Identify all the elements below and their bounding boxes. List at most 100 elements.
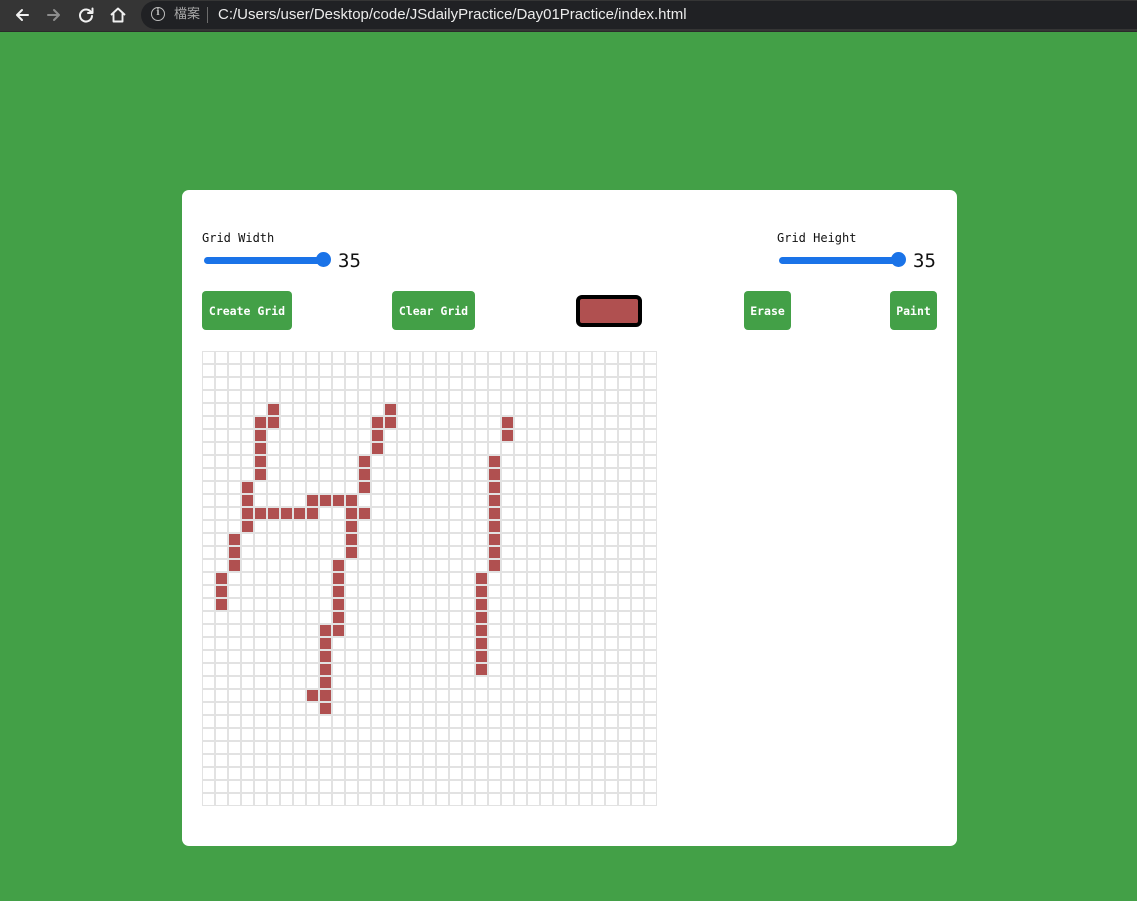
grid-cell[interactable] xyxy=(579,572,592,585)
grid-cell[interactable] xyxy=(345,416,358,429)
grid-cell[interactable] xyxy=(436,611,449,624)
grid-cell[interactable] xyxy=(605,585,618,598)
grid-cell[interactable] xyxy=(566,715,579,728)
grid-cell[interactable] xyxy=(436,728,449,741)
grid-cell-painted[interactable] xyxy=(241,494,254,507)
grid-cell[interactable] xyxy=(527,637,540,650)
grid-cell[interactable] xyxy=(410,468,423,481)
grid-cell[interactable] xyxy=(592,650,605,663)
grid-cell[interactable] xyxy=(215,442,228,455)
grid-cell[interactable] xyxy=(293,637,306,650)
grid-cell[interactable] xyxy=(644,455,657,468)
grid-cell[interactable] xyxy=(371,481,384,494)
grid-cell[interactable] xyxy=(228,728,241,741)
grid-cell[interactable] xyxy=(423,520,436,533)
grid-cell[interactable] xyxy=(618,520,631,533)
grid-cell[interactable] xyxy=(410,624,423,637)
grid-cell[interactable] xyxy=(202,741,215,754)
grid-cell[interactable] xyxy=(527,754,540,767)
grid-cell[interactable] xyxy=(280,481,293,494)
grid-cell[interactable] xyxy=(566,429,579,442)
grid-cell[interactable] xyxy=(319,585,332,598)
grid-cell[interactable] xyxy=(618,715,631,728)
grid-cell[interactable] xyxy=(644,793,657,806)
grid-cell[interactable] xyxy=(449,598,462,611)
grid-cell[interactable] xyxy=(553,585,566,598)
grid-cell[interactable] xyxy=(540,559,553,572)
grid-cell[interactable] xyxy=(514,533,527,546)
grid-cell[interactable] xyxy=(241,455,254,468)
grid-cell[interactable] xyxy=(410,637,423,650)
grid-cell[interactable] xyxy=(306,481,319,494)
grid-cell[interactable] xyxy=(397,689,410,702)
grid-cell[interactable] xyxy=(358,741,371,754)
grid-cell[interactable] xyxy=(566,793,579,806)
grid-cell-painted[interactable] xyxy=(345,520,358,533)
grid-cell[interactable] xyxy=(618,364,631,377)
grid-cell[interactable] xyxy=(488,624,501,637)
grid-cell[interactable] xyxy=(202,442,215,455)
grid-cell[interactable] xyxy=(566,416,579,429)
grid-cell[interactable] xyxy=(436,715,449,728)
grid-cell[interactable] xyxy=(397,377,410,390)
grid-cell[interactable] xyxy=(384,767,397,780)
grid-cell[interactable] xyxy=(384,728,397,741)
grid-cell[interactable] xyxy=(215,637,228,650)
grid-cell[interactable] xyxy=(579,741,592,754)
grid-cell[interactable] xyxy=(462,715,475,728)
grid-cell[interactable] xyxy=(553,533,566,546)
grid-cell[interactable] xyxy=(202,637,215,650)
grid-cell[interactable] xyxy=(306,429,319,442)
grid-cell[interactable] xyxy=(553,754,566,767)
grid-cell[interactable] xyxy=(449,468,462,481)
grid-cell-painted[interactable] xyxy=(319,650,332,663)
grid-cell[interactable] xyxy=(631,533,644,546)
grid-cell[interactable] xyxy=(514,689,527,702)
grid-cell[interactable] xyxy=(605,663,618,676)
grid-cell[interactable] xyxy=(215,754,228,767)
grid-cell[interactable] xyxy=(631,689,644,702)
grid-cell[interactable] xyxy=(410,494,423,507)
grid-cell[interactable] xyxy=(514,767,527,780)
grid-cell[interactable] xyxy=(423,546,436,559)
grid-cell[interactable] xyxy=(423,702,436,715)
grid-cell-painted[interactable] xyxy=(488,546,501,559)
grid-cell[interactable] xyxy=(579,637,592,650)
grid-cell[interactable] xyxy=(241,741,254,754)
grid-cell[interactable] xyxy=(527,377,540,390)
grid-cell[interactable] xyxy=(410,429,423,442)
grid-cell[interactable] xyxy=(345,715,358,728)
grid-cell[interactable] xyxy=(644,741,657,754)
grid-cell[interactable] xyxy=(332,507,345,520)
grid-cell[interactable] xyxy=(397,481,410,494)
grid-cell[interactable] xyxy=(631,429,644,442)
grid-cell[interactable] xyxy=(371,702,384,715)
grid-cell[interactable] xyxy=(306,520,319,533)
grid-cell[interactable] xyxy=(553,351,566,364)
grid-cell[interactable] xyxy=(267,676,280,689)
grid-cell[interactable] xyxy=(618,702,631,715)
grid-cell[interactable] xyxy=(319,598,332,611)
grid-cell[interactable] xyxy=(475,351,488,364)
grid-cell[interactable] xyxy=(436,520,449,533)
grid-cell-painted[interactable] xyxy=(319,689,332,702)
grid-cell[interactable] xyxy=(241,585,254,598)
grid-cell[interactable] xyxy=(566,689,579,702)
grid-cell[interactable] xyxy=(410,455,423,468)
grid-cell[interactable] xyxy=(267,455,280,468)
grid-cell[interactable] xyxy=(202,351,215,364)
grid-cell[interactable] xyxy=(254,585,267,598)
grid-cell[interactable] xyxy=(566,650,579,663)
grid-cell[interactable] xyxy=(462,585,475,598)
grid-cell[interactable] xyxy=(475,689,488,702)
grid-cell[interactable] xyxy=(605,403,618,416)
grid-cell[interactable] xyxy=(293,416,306,429)
grid-cell[interactable] xyxy=(475,507,488,520)
grid-cell[interactable] xyxy=(345,455,358,468)
grid-cell[interactable] xyxy=(319,416,332,429)
grid-cell[interactable] xyxy=(631,390,644,403)
grid-cell[interactable] xyxy=(540,533,553,546)
grid-cell[interactable] xyxy=(592,702,605,715)
grid-cell[interactable] xyxy=(397,715,410,728)
grid-cell[interactable] xyxy=(449,715,462,728)
